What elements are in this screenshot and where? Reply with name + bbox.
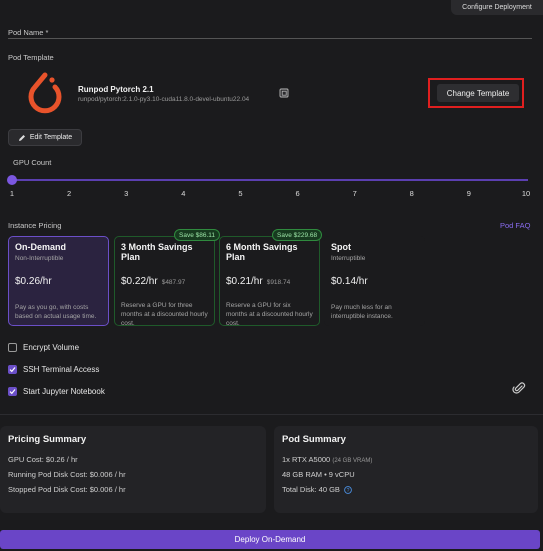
- divider: [0, 414, 543, 415]
- card-description: Reserve a GPU for three months at a disc…: [121, 302, 208, 327]
- gpu-count-label: GPU Count: [13, 158, 52, 167]
- stopped-disk-cost: Stopped Pod Disk Cost: $0.006 / hr: [8, 485, 126, 494]
- card-total-price: $487.97: [161, 279, 186, 286]
- gpu-tick-7[interactable]: 7: [349, 189, 361, 198]
- configure-deployment-button[interactable]: Configure Deployment: [451, 0, 543, 15]
- card-title: 3 Month Savings Plan: [121, 242, 193, 262]
- checkmark-icon: [9, 367, 16, 373]
- paperclip-icon[interactable]: [512, 381, 526, 395]
- card-subtitle: Non-Interruptible: [15, 255, 64, 262]
- card-title: 6 Month Savings Plan: [226, 242, 298, 262]
- pricing-summary-panel: Pricing Summary GPU Cost: $0.26 / hr Run…: [0, 426, 266, 513]
- template-name: Runpod Pytorch 2.1: [78, 85, 154, 94]
- instance-pricing-label: Instance Pricing: [8, 221, 62, 230]
- gpu-cost: GPU Cost: $0.26 / hr: [8, 455, 78, 464]
- card-subtitle: Interruptible: [331, 255, 366, 262]
- card-total-price: $918.74: [266, 279, 291, 286]
- option-label: Start Jupyter Notebook: [23, 387, 105, 396]
- vram-spec: (24 GB VRAM): [332, 458, 373, 464]
- card-description: Pay much less for an interruptible insta…: [331, 304, 393, 320]
- pytorch-logo-icon: [28, 72, 62, 114]
- card-price: $0.26/hr: [15, 276, 52, 287]
- encrypt-volume-checkbox[interactable]: [8, 343, 17, 352]
- pricing-card-3-month[interactable]: 3 Month Savings Plan $0.22/hr $487.97 Res…: [114, 236, 215, 327]
- running-disk-cost: Running Pod Disk Cost: $0.006 / hr: [8, 470, 126, 479]
- gpu-tick-5[interactable]: 5: [234, 189, 246, 198]
- help-icon[interactable]: ?: [344, 485, 352, 494]
- gpu-count-slider[interactable]: [12, 179, 528, 181]
- gpu-count-slider-handle[interactable]: [7, 175, 17, 185]
- deploy-on-demand-button[interactable]: Deploy On-Demand: [0, 530, 540, 549]
- ram-cpu-spec: 48 GB RAM • 9 vCPU: [282, 470, 355, 479]
- card-price: $0.22/hr: [121, 276, 158, 287]
- pricing-summary-title: Pricing Summary: [8, 434, 87, 445]
- checkmark-icon: [9, 389, 16, 395]
- card-price: $0.14/hr: [331, 276, 368, 287]
- pod-name-input[interactable]: [8, 38, 532, 39]
- pod-name-label: Pod Name *: [8, 28, 49, 37]
- edit-template-button[interactable]: Edit Template: [8, 129, 82, 146]
- copy-icon[interactable]: [279, 88, 289, 98]
- encrypt-volume-option[interactable]: Encrypt Volume: [8, 343, 79, 352]
- pod-summary-panel: Pod Summary 1x RTX A5000 (24 GB VRAM) 48…: [274, 426, 538, 513]
- edit-template-label: Edit Template: [29, 134, 73, 141]
- pricing-card-6-month[interactable]: 6 Month Savings Plan $0.21/hr $918.74 Res…: [219, 236, 320, 327]
- total-disk: Total Disk: 40 GB: [282, 485, 340, 494]
- card-description: Reserve a GPU for six months at a discou…: [226, 302, 313, 327]
- gpu-name: 1x RTX A5000: [282, 455, 331, 464]
- ssh-access-checkbox[interactable]: [8, 365, 17, 374]
- template-image: runpod/pytorch:2.1.0-py3.10-cuda11.8.0-d…: [78, 96, 250, 103]
- pod-template-label: Pod Template: [8, 53, 54, 62]
- card-price: $0.21/hr: [226, 276, 263, 287]
- gpu-tick-6[interactable]: 6: [292, 189, 304, 198]
- card-title: Spot: [331, 242, 351, 252]
- gpu-tick-3[interactable]: 3: [120, 189, 132, 198]
- pricing-card-on-demand[interactable]: On-Demand Non-Interruptible $0.26/hr Pay…: [8, 236, 109, 326]
- ssh-access-option[interactable]: SSH Terminal Access: [8, 365, 99, 374]
- svg-text:?: ?: [347, 488, 350, 494]
- change-template-button[interactable]: Change Template: [437, 84, 519, 102]
- card-description: Pay as you go, with costs based on actua…: [15, 304, 97, 320]
- pod-summary-title: Pod Summary: [282, 434, 346, 445]
- save-badge: Save $229.68: [272, 229, 323, 241]
- gpu-tick-10[interactable]: 10: [520, 189, 532, 198]
- jupyter-option[interactable]: Start Jupyter Notebook: [8, 387, 105, 396]
- pod-faq-link[interactable]: Pod FAQ: [500, 221, 530, 230]
- jupyter-checkbox[interactable]: [8, 387, 17, 396]
- gpu-tick-9[interactable]: 9: [463, 189, 475, 198]
- card-title: On-Demand: [15, 242, 67, 252]
- gpu-spec: 1x RTX A5000 (24 GB VRAM): [282, 455, 530, 464]
- gpu-tick-8[interactable]: 8: [406, 189, 418, 198]
- gpu-tick-4[interactable]: 4: [177, 189, 189, 198]
- gpu-tick-2[interactable]: 2: [63, 189, 75, 198]
- disk-spec: Total Disk: 40 GB ?: [282, 485, 530, 494]
- pencil-icon: [18, 134, 25, 141]
- option-label: Encrypt Volume: [23, 343, 80, 352]
- option-label: SSH Terminal Access: [23, 365, 100, 374]
- save-badge: Save $86.11: [174, 229, 221, 241]
- pricing-card-spot[interactable]: Spot Interruptible $0.14/hr Pay much les…: [324, 236, 425, 326]
- gpu-tick-1[interactable]: 1: [6, 189, 18, 198]
